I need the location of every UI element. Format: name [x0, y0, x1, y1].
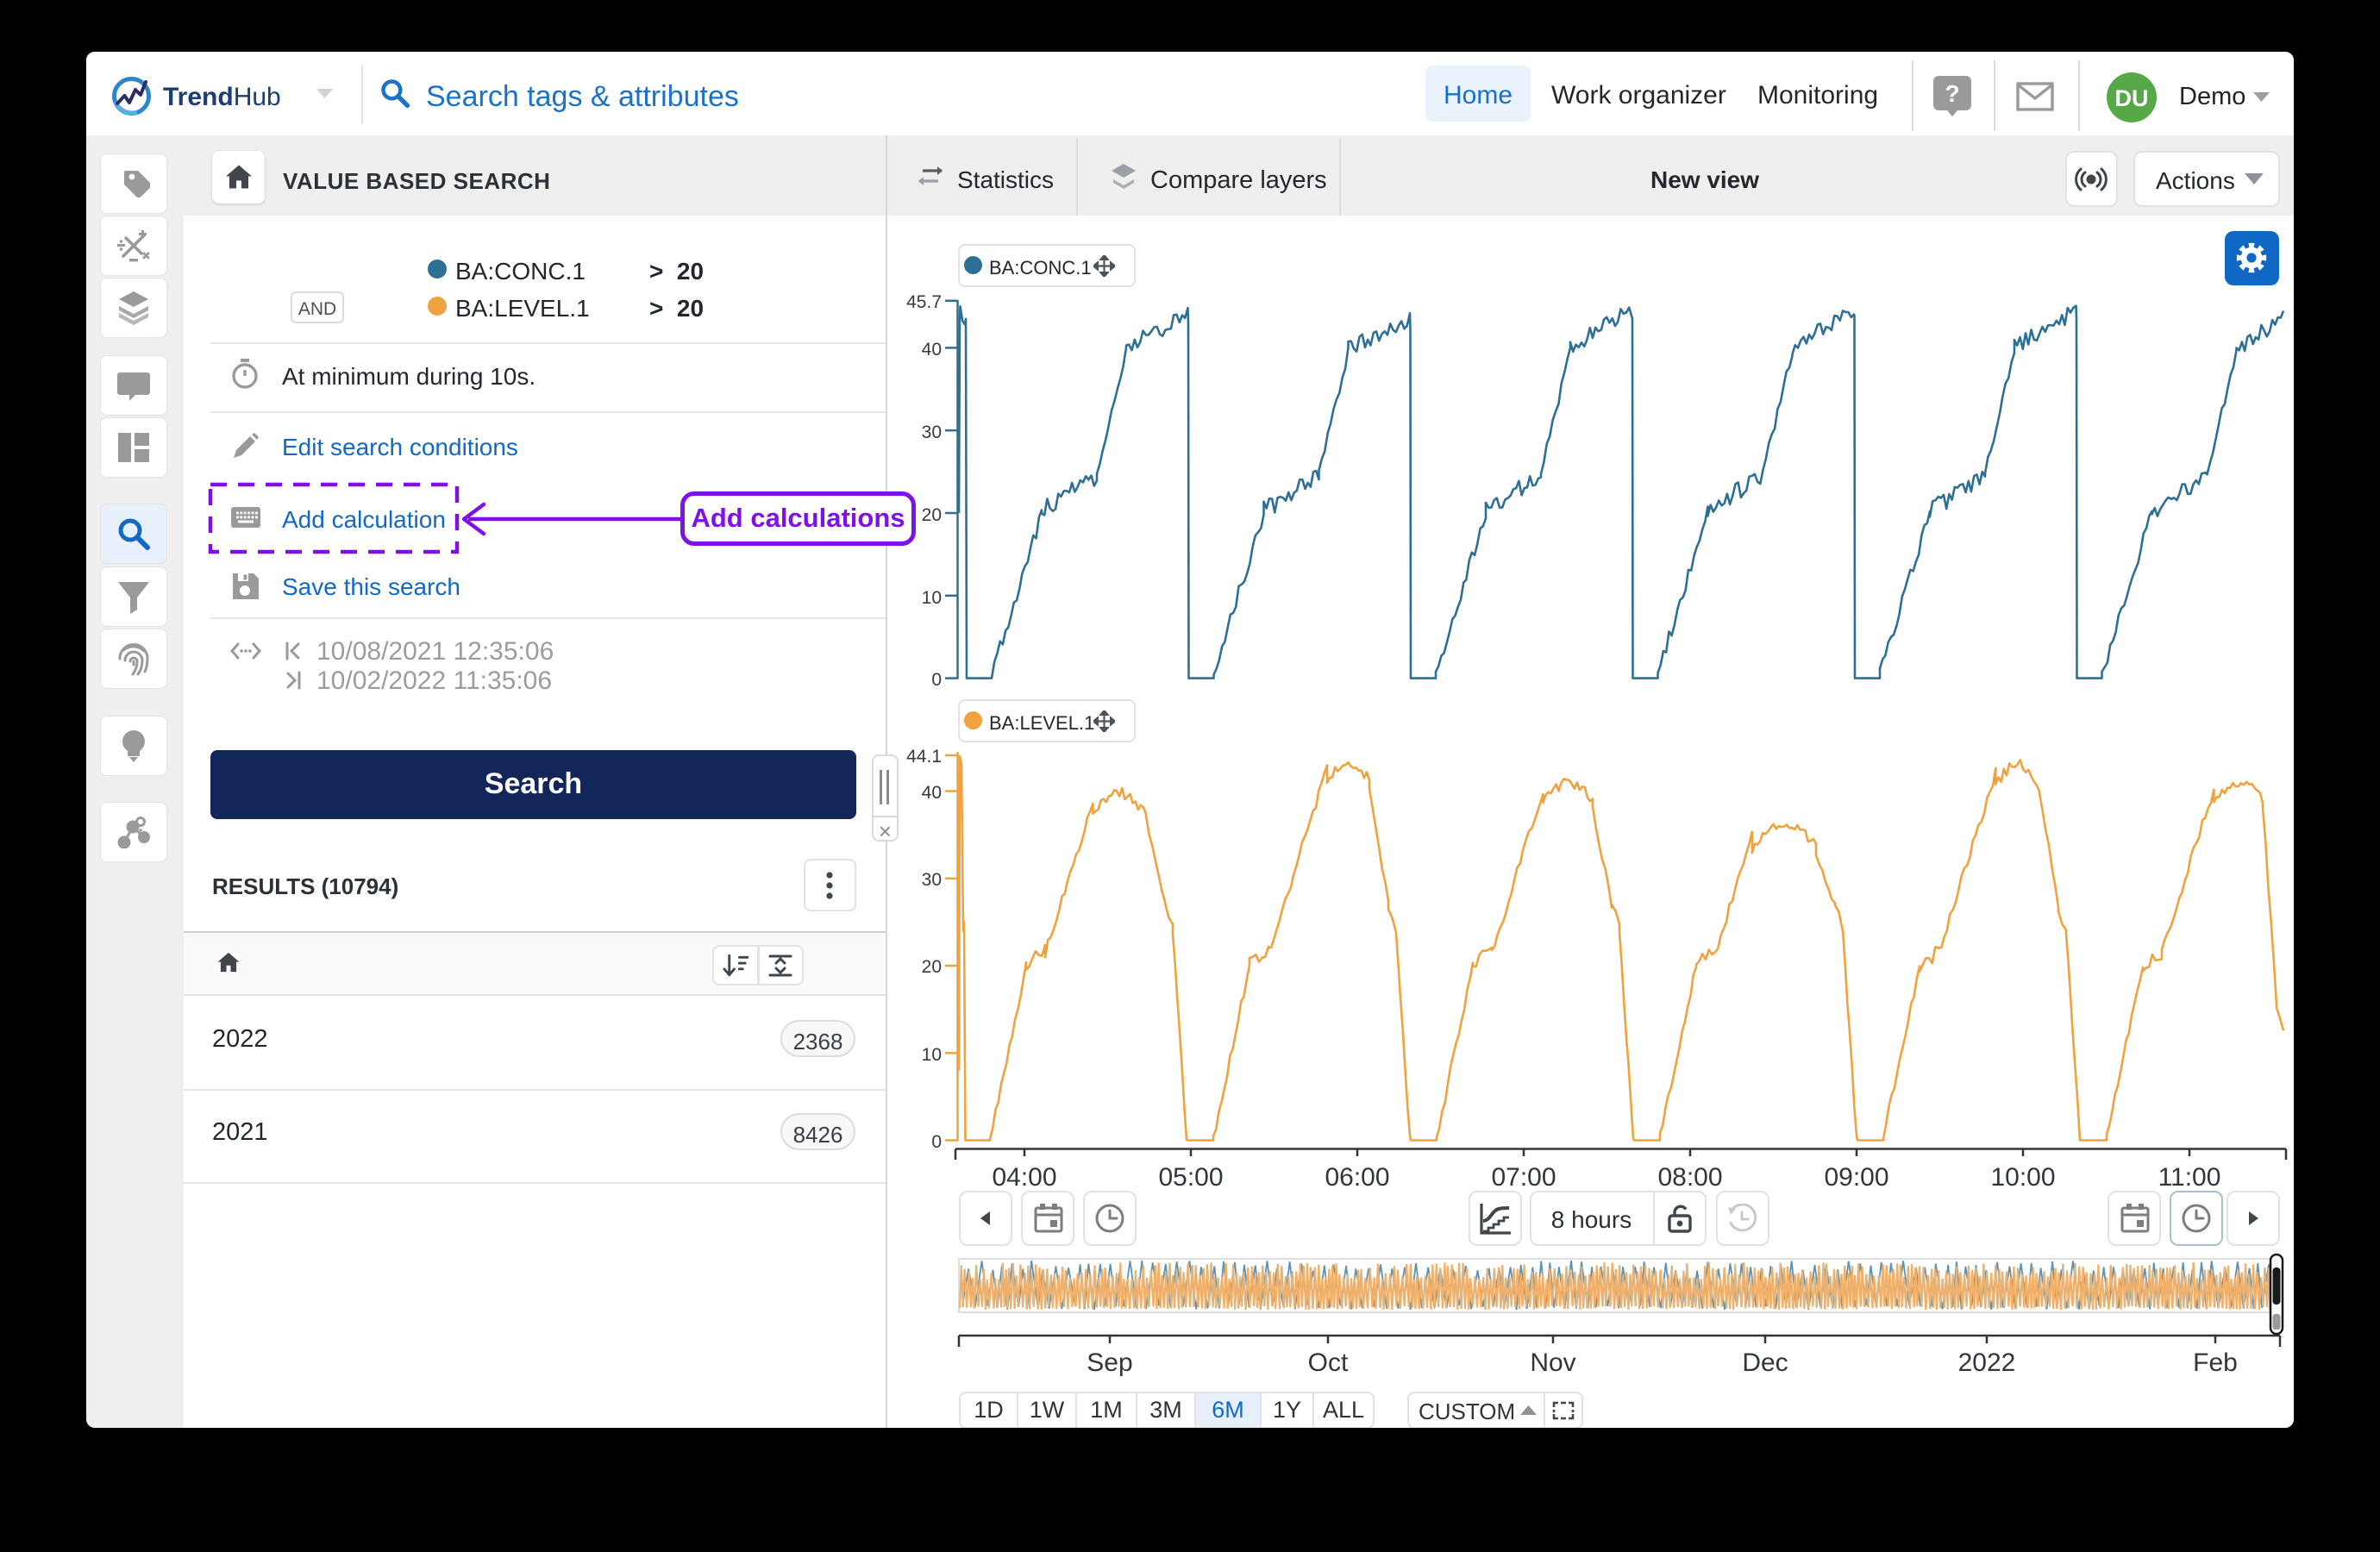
svg-text:45.7: 45.7	[906, 292, 942, 312]
svg-text:30: 30	[922, 422, 942, 442]
svg-text:2022: 2022	[1958, 1349, 2016, 1377]
svg-text:Sep: Sep	[1087, 1349, 1132, 1377]
svg-text:0: 0	[931, 670, 942, 690]
svg-text:Nov: Nov	[1530, 1349, 1575, 1377]
svg-text:40: 40	[922, 340, 942, 360]
svg-text:Feb: Feb	[2193, 1349, 2238, 1377]
svg-text:0: 0	[931, 1132, 942, 1152]
svg-text:Oct: Oct	[1308, 1349, 1349, 1377]
svg-text:20: 20	[922, 505, 942, 525]
svg-text:10: 10	[922, 1045, 942, 1065]
svg-text:20: 20	[922, 957, 942, 977]
svg-text:08:00: 08:00	[1657, 1163, 1722, 1192]
svg-text:40: 40	[922, 783, 942, 803]
svg-text:11:00: 11:00	[2158, 1163, 2221, 1192]
svg-text:10:00: 10:00	[1990, 1163, 2055, 1192]
svg-text:10: 10	[922, 588, 942, 608]
svg-text:Dec: Dec	[1742, 1349, 1788, 1377]
svg-text:04:00: 04:00	[992, 1163, 1056, 1192]
svg-text:07:00: 07:00	[1491, 1163, 1556, 1192]
svg-text:44.1: 44.1	[906, 747, 942, 767]
svg-text:09:00: 09:00	[1824, 1163, 1888, 1192]
svg-text:05:00: 05:00	[1158, 1163, 1223, 1192]
svg-text:06:00: 06:00	[1325, 1163, 1389, 1192]
svg-text:30: 30	[922, 870, 942, 890]
